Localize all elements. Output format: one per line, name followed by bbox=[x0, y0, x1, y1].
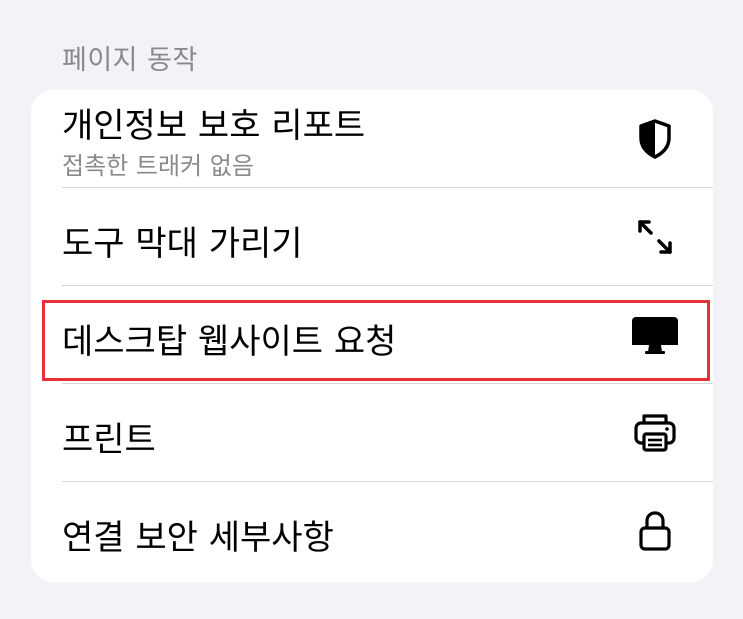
menu-item-privacy-report[interactable]: 개인정보 보호 리포트 접촉한 트래커 없음 bbox=[31, 90, 713, 188]
menu-item-label: 개인정보 보호 리포트 bbox=[62, 106, 366, 146]
desktop-icon bbox=[631, 311, 679, 359]
printer-icon bbox=[631, 409, 679, 457]
menu-item-request-desktop-site[interactable]: 데스크탑 웹사이트 요청 bbox=[31, 286, 713, 384]
menu-item-connection-security[interactable]: 연결 보안 세부사항 bbox=[31, 482, 713, 580]
menu-item-label: 데스크탑 웹사이트 요청 bbox=[62, 322, 397, 362]
expand-arrows-icon bbox=[631, 213, 679, 261]
page-actions-menu: 개인정보 보호 리포트 접촉한 트래커 없음 도구 막대 가리기 데스크탑 웹사… bbox=[31, 90, 713, 582]
section-header: 페이지 동작 bbox=[62, 45, 198, 76]
menu-item-label: 도구 막대 가리기 bbox=[62, 224, 303, 264]
menu-item-sublabel: 접촉한 트래커 없음 bbox=[62, 152, 254, 180]
menu-item-label: 연결 보안 세부사항 bbox=[62, 518, 334, 558]
menu-item-hide-toolbar[interactable]: 도구 막대 가리기 bbox=[31, 188, 713, 286]
menu-item-label: 프린트 bbox=[62, 420, 156, 460]
menu-item-print[interactable]: 프린트 bbox=[31, 384, 713, 482]
shield-icon bbox=[631, 115, 679, 163]
lock-icon bbox=[631, 507, 679, 555]
